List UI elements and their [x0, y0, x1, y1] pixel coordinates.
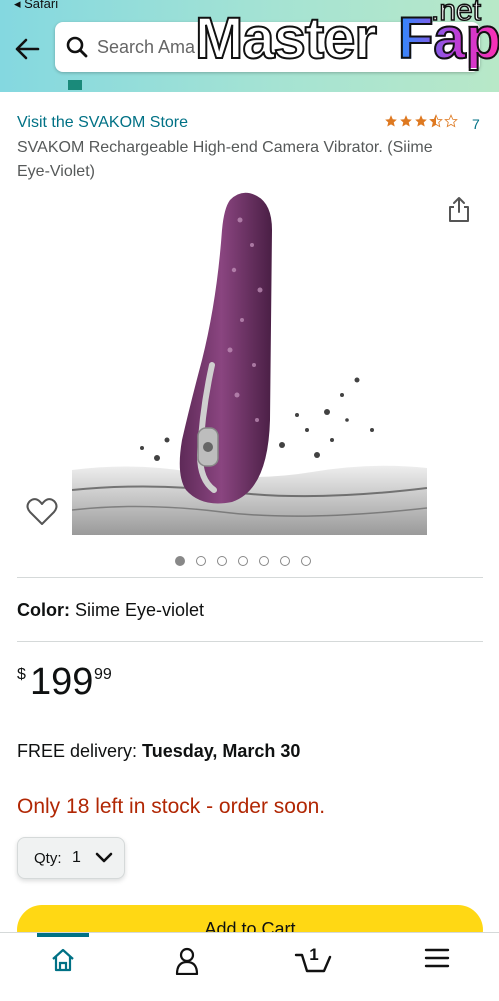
- divider: [17, 641, 483, 642]
- bottom-nav: 1: [0, 932, 499, 1001]
- nav-home[interactable]: [38, 947, 88, 987]
- quantity-select[interactable]: Qty: 1: [17, 837, 125, 879]
- star-full-icon: [385, 115, 397, 127]
- divider: [17, 577, 483, 578]
- carousel-dot[interactable]: [280, 556, 290, 566]
- search-input[interactable]: [97, 32, 297, 62]
- teal-accent: [68, 80, 82, 90]
- qty-label: Qty:: [34, 850, 62, 867]
- rating-stars[interactable]: [384, 114, 458, 128]
- nav-cart[interactable]: 1: [288, 945, 338, 987]
- carousel-dot[interactable]: [217, 556, 227, 566]
- cart-count-badge: 1: [309, 945, 319, 964]
- header-bar: ◂ Safari Master Fap .net: [0, 0, 499, 92]
- store-link[interactable]: Visit the SVAKOM Store: [17, 114, 188, 132]
- color-value: Siime Eye-violet: [75, 600, 205, 620]
- carousel-dot[interactable]: [259, 556, 269, 566]
- carousel-dot[interactable]: [175, 556, 185, 566]
- star-empty-icon: [444, 114, 458, 128]
- chevron-down-icon: [95, 852, 113, 863]
- price-currency-symbol: $: [17, 666, 26, 683]
- nav-account[interactable]: [162, 947, 212, 987]
- arrow-left-icon: [15, 38, 40, 60]
- carousel-dot[interactable]: [301, 556, 311, 566]
- stock-message: Only 18 left in stock - order soon.: [17, 795, 326, 818]
- delivery-prefix: FREE delivery:: [17, 741, 143, 761]
- search-icon: [66, 36, 88, 58]
- delivery-info: FREE delivery: Tuesday, March 30: [17, 741, 300, 762]
- user-icon: [175, 947, 199, 975]
- heart-icon[interactable]: [26, 497, 58, 527]
- review-count[interactable]: 7: [472, 116, 480, 132]
- carousel-dot[interactable]: [238, 556, 248, 566]
- qty-value: 1: [72, 849, 81, 866]
- hamburger-menu-icon: [424, 948, 450, 968]
- product-image[interactable]: [72, 190, 427, 535]
- color-label: Color:: [17, 600, 70, 620]
- star-full-icon: [400, 115, 412, 127]
- star-full-icon: [415, 115, 427, 127]
- home-icon: [52, 948, 74, 972]
- carousel-dot[interactable]: [196, 556, 206, 566]
- delivery-date: Tuesday, March 30: [142, 741, 301, 761]
- nav-menu[interactable]: [412, 947, 462, 987]
- product-title: SVAKOM Rechargeable High-end Camera Vibr…: [17, 139, 433, 180]
- color-row[interactable]: Color: Siime Eye-violet: [17, 600, 204, 621]
- image-carousel-dots[interactable]: [175, 556, 311, 566]
- active-tab-indicator: [37, 933, 89, 937]
- status-back-to-safari[interactable]: ◂ Safari: [14, 0, 58, 12]
- back-button[interactable]: [10, 32, 44, 66]
- price-fraction: 99: [94, 666, 112, 683]
- price-whole: 199: [30, 661, 94, 703]
- star-half-icon: [429, 114, 443, 128]
- search-box[interactable]: [55, 22, 480, 72]
- share-icon[interactable]: [446, 195, 472, 223]
